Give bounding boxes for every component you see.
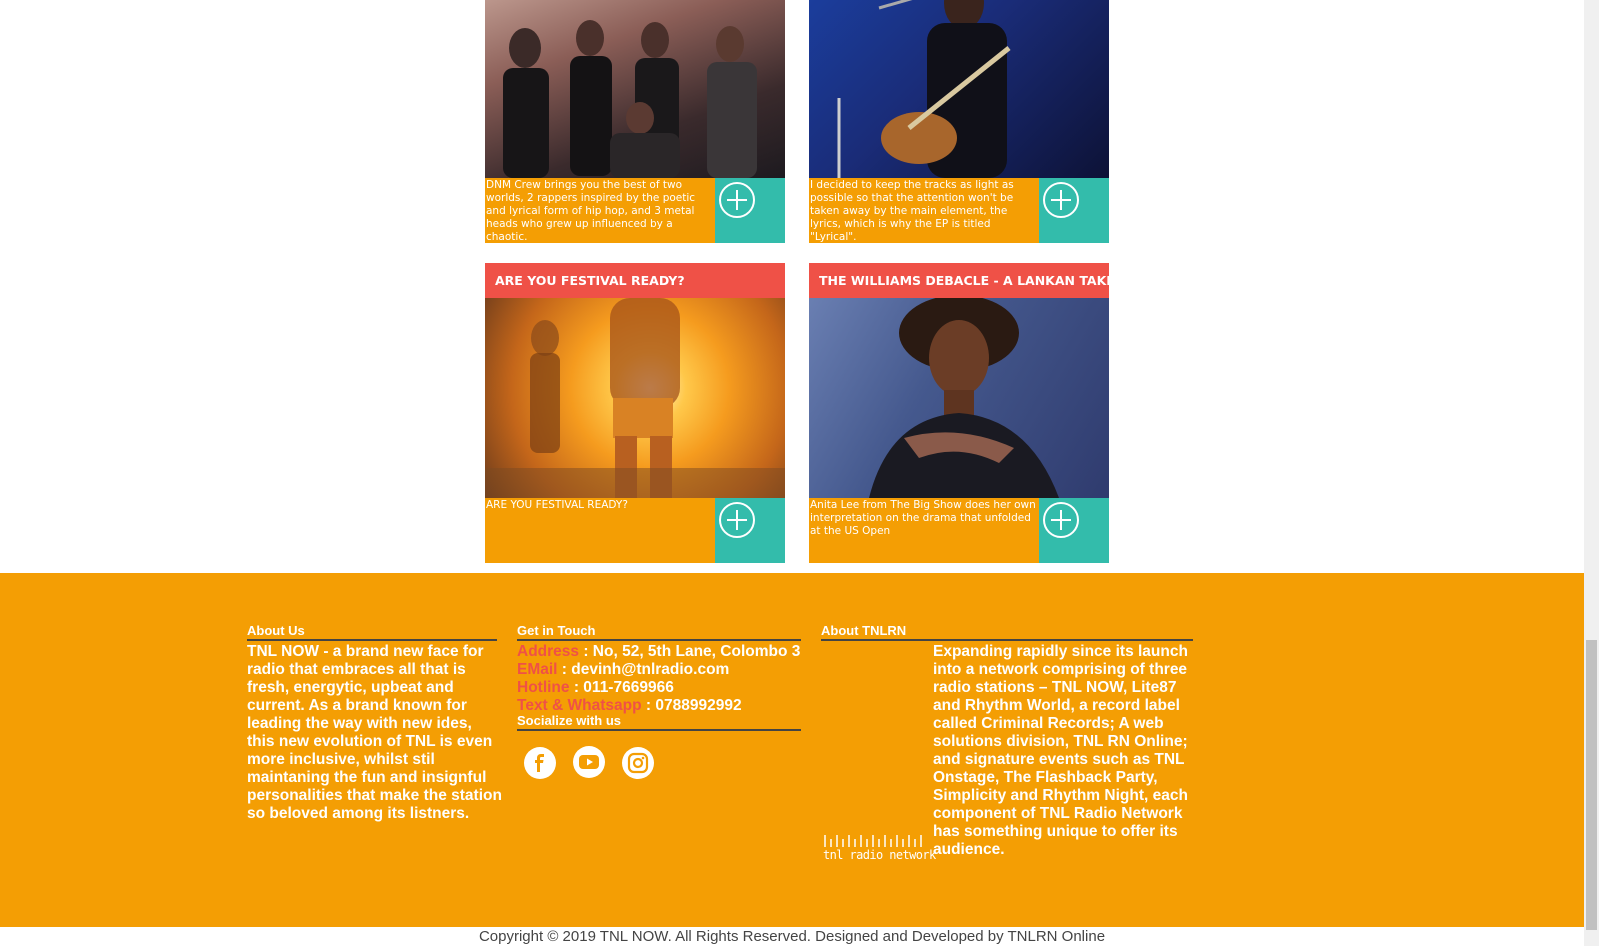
card-image-tennis[interactable] [809, 298, 1109, 498]
card-expand-button[interactable] [1039, 178, 1109, 243]
email-label: EMail [517, 661, 558, 678]
email-value[interactable]: : devinh@tnlradio.com [557, 661, 730, 678]
plus-circle-icon [1043, 502, 1079, 538]
about-us-heading: About Us [247, 623, 497, 641]
card-expand-button[interactable] [715, 178, 785, 243]
news-card-lyrical[interactable]: I decided to keep the tracks as light as… [809, 0, 1109, 243]
about-tnlrn-text: Expanding rapidly since its launch into … [933, 643, 1188, 858]
card-description: Anita Lee from The Big Show does her own… [809, 498, 1039, 563]
address-label: Address [517, 643, 580, 660]
copyright-bar: Copyright © 2019 TNL NOW. All Rights Res… [0, 927, 1584, 946]
plus-circle-icon [719, 182, 755, 218]
news-card-williams[interactable]: THE WILLIAMS DEBACLE - A LANKAN TAKE Ani… [809, 263, 1109, 563]
contact-hotline: Hotline : 011-7669966 [517, 679, 674, 697]
instagram-icon[interactable] [622, 747, 654, 779]
youtube-icon[interactable] [573, 746, 605, 778]
contact-address: Address : No, 52, 5th Lane, Colombo 3 [517, 643, 807, 661]
about-tnlrn-heading: About TNLRN [821, 623, 1193, 641]
card-image-festival[interactable] [485, 298, 785, 498]
plus-circle-icon [719, 502, 755, 538]
contact-heading: Get in Touch [517, 623, 801, 641]
tennis-photo [869, 298, 1059, 498]
card-expand-button[interactable] [1039, 498, 1109, 563]
social-heading: Socialize with us [517, 713, 801, 731]
guitarist-photo [837, 0, 1011, 178]
facebook-icon[interactable] [524, 747, 556, 779]
contact-email: EMail : devinh@tnlradio.com [517, 661, 729, 679]
whatsapp-value: : 0788992992 [641, 697, 742, 714]
card-image-guitarist[interactable] [809, 0, 1109, 178]
about-us-text: TNL NOW - a brand new face for radio tha… [247, 643, 502, 822]
festival-photo [485, 298, 785, 498]
news-card-festival[interactable]: ARE YOU FESTIVAL READY? ARE YOU FESTIVAL… [485, 263, 785, 563]
card-title[interactable]: ARE YOU FESTIVAL READY? [485, 263, 785, 298]
card-image-band[interactable] [485, 0, 785, 178]
site-footer: About Us TNL NOW - a brand new face for … [0, 573, 1584, 927]
card-expand-button[interactable] [715, 498, 785, 563]
whatsapp-label: Text & Whatsapp [517, 697, 642, 714]
page-scrollbar[interactable] [1584, 0, 1599, 946]
logo-bars-icon [824, 835, 922, 847]
card-description: I decided to keep the tracks as light as… [809, 178, 1039, 243]
hotline-value: : 011-7669966 [569, 679, 674, 696]
card-description: DNM Crew brings you the best of two worl… [485, 178, 715, 243]
news-card-dnm-crew[interactable]: DNM Crew brings you the best of two worl… [485, 0, 785, 243]
tnl-radio-network-logo[interactable]: tnl radio network [823, 835, 936, 867]
hotline-label: Hotline [517, 679, 570, 696]
address-value: : No, 52, 5th Lane, Colombo 3 [579, 643, 801, 660]
card-description: ARE YOU FESTIVAL READY? [485, 498, 715, 563]
plus-circle-icon [1043, 182, 1079, 218]
card-title[interactable]: THE WILLIAMS DEBACLE - A LANKAN TAKE [809, 263, 1109, 298]
scrollbar-thumb[interactable] [1586, 640, 1597, 930]
band-photo [503, 20, 757, 178]
logo-text: tnl radio network [823, 848, 936, 862]
